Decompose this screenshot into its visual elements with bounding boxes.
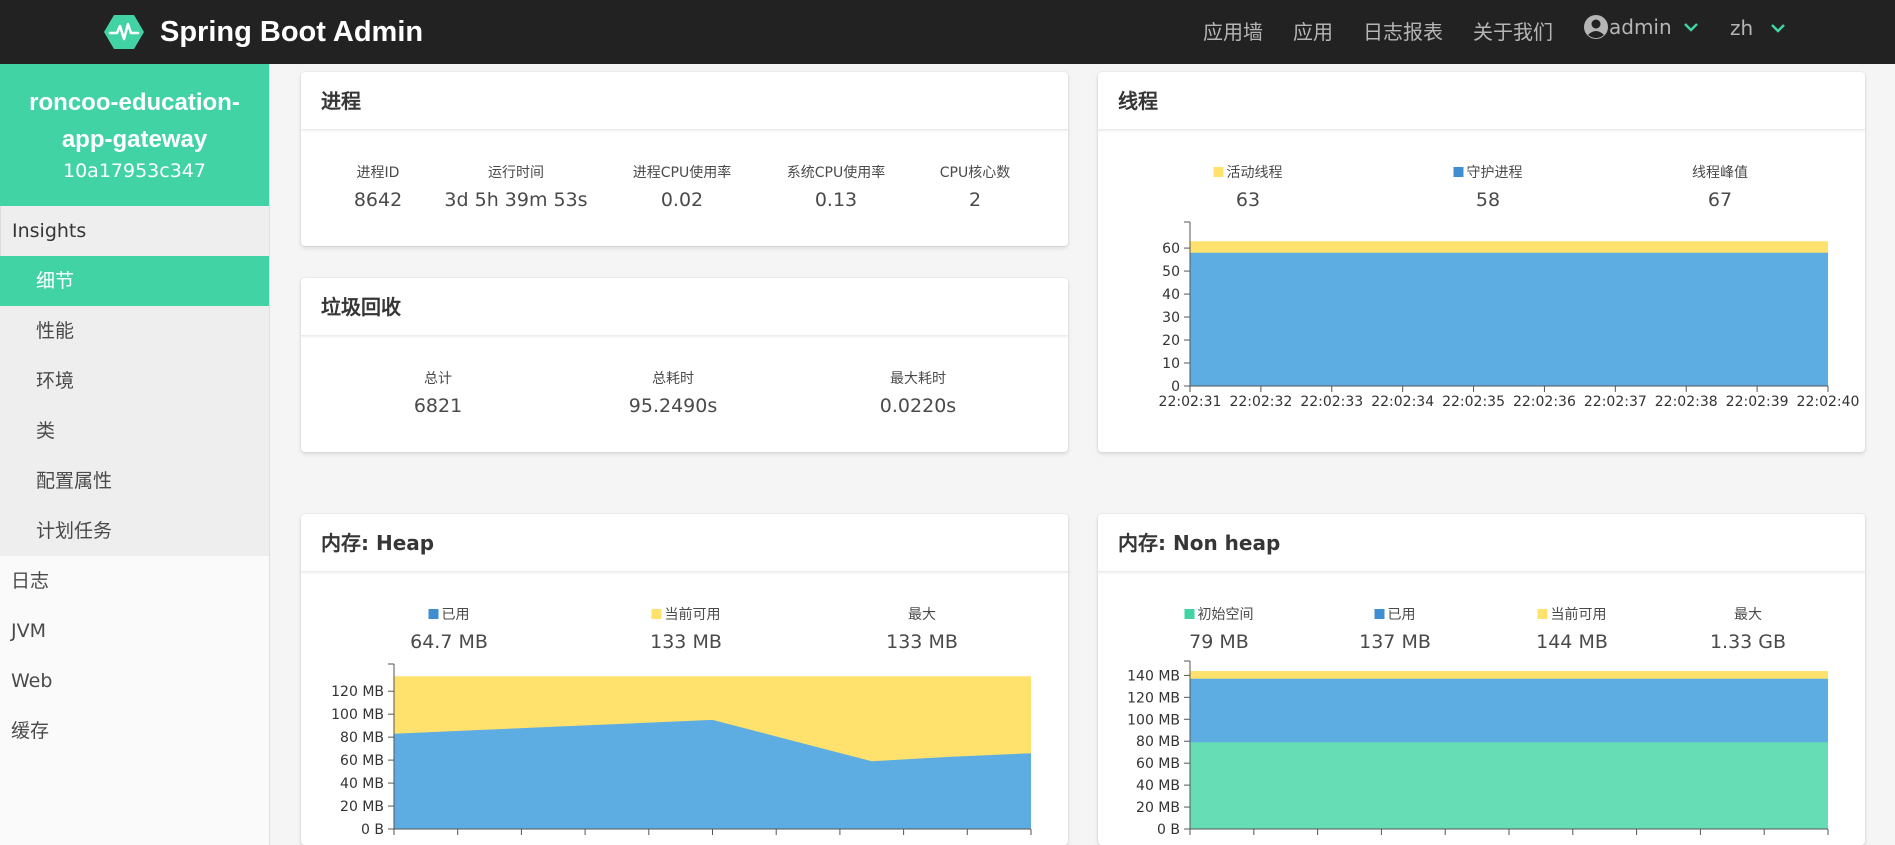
sidebar-item-beans[interactable]: 类: [0, 406, 269, 456]
nav-link-about[interactable]: 关于我们: [1473, 16, 1553, 45]
stat-value: 0.0220s: [879, 395, 957, 417]
app-instance-id: 10a17953c347: [63, 160, 206, 182]
y-tick-label: 40: [1162, 287, 1180, 303]
x-tick-label: 22:02:32: [1229, 394, 1292, 410]
sidebar: roncoo-education- app-gateway 10a17953c3…: [0, 64, 270, 845]
x-tick-label: 22:02:36: [1513, 394, 1576, 410]
nav-link-wallboard[interactable]: 应用墙: [1203, 16, 1263, 45]
sidebar-item-config-props[interactable]: 配置属性: [0, 456, 269, 506]
y-tick-label: 140 MB: [1127, 668, 1180, 684]
sidebar-item-metrics[interactable]: 性能: [0, 306, 269, 356]
user-menu[interactable]: admin: [1583, 14, 1698, 40]
x-tick-label: 22:02:33: [1300, 394, 1363, 410]
x-tick-label: 22:02:40: [1797, 394, 1860, 410]
y-tick-label: 80 MB: [340, 730, 384, 746]
x-tick-label: 22:02:37: [1584, 394, 1647, 410]
y-tick-label: 100 MB: [331, 707, 384, 723]
y-tick-label: 40 MB: [1136, 778, 1180, 794]
series-area: [1190, 252, 1828, 386]
brand-title: Spring Boot Admin: [160, 15, 424, 48]
stat-value: 95.2490s: [628, 395, 718, 417]
y-tick-label: 0 B: [361, 822, 384, 838]
card-title: 进程: [301, 72, 1068, 130]
x-tick-label: 22:02:35: [1442, 394, 1505, 410]
y-tick-label: 30: [1162, 310, 1180, 326]
gc-card: 垃圾回收 总计 6821 总耗时 95.2490s 最大耗时 0.0220s: [301, 278, 1068, 452]
stat-value: 0.02: [660, 189, 704, 211]
y-tick-label: 10: [1162, 356, 1180, 372]
nav-link-applications[interactable]: 应用: [1293, 16, 1333, 45]
top-navbar: Spring Boot Admin 应用墙 应用 日志报表 关于我们 admin…: [0, 0, 1895, 64]
stat-label: 总耗时: [652, 371, 694, 387]
heap-card: 内存: Heap 已用 64.7 MB 当前可用 133 MB 最大 133 M…: [301, 514, 1068, 845]
app-name-line1: roncoo-education-: [29, 89, 240, 116]
y-tick-label: 20 MB: [1136, 800, 1180, 816]
y-tick-label: 40 MB: [340, 776, 384, 792]
threads-card: 线程 活动线程 63 守护进程 58 线程峰值 67 0 10 20 30 40 50 60…: [1098, 72, 1865, 452]
sidebar-item-cache[interactable]: 缓存: [0, 706, 269, 756]
y-tick-label: 0: [1171, 379, 1180, 395]
stat-value: 0.13: [814, 189, 858, 211]
y-tick-label: 80 MB: [1136, 734, 1180, 750]
heap-chart: 0 B 20 MB 40 MB 60 MB 80 MB 100 MB 120 MB: [331, 663, 1032, 838]
x-tick-label: 22:02:38: [1655, 394, 1718, 410]
stat-value: 3d 5h 39m 53s: [444, 189, 588, 211]
sidebar-subgroup: 细节 性能 环境 类 配置属性 计划任务: [0, 256, 269, 556]
sidebar-item-details[interactable]: 细节: [0, 256, 269, 306]
brand[interactable]: Spring Boot Admin: [104, 10, 423, 54]
y-tick-label: 120 MB: [1127, 690, 1180, 706]
stat-value: 6821: [413, 395, 463, 417]
sidebar-section-insights[interactable]: Insights: [0, 206, 269, 256]
nonheap-chart: 0 B 20 MB 40 MB 60 MB 80 MB 100 MB 120 MB 140 M…: [1127, 660, 1829, 838]
language-label: zh: [1730, 16, 1754, 40]
sidebar-item-web[interactable]: Web: [0, 656, 269, 706]
sidebar-item-environment[interactable]: 环境: [0, 356, 269, 406]
nonheap-card: 内存: Non heap 初始空间 79 MB 已用 137 MB 当前可用 1…: [1098, 514, 1865, 845]
stat-label: 总计: [424, 371, 452, 387]
y-tick-label: 120 MB: [331, 684, 384, 700]
app-name-line2: app-gateway: [61, 126, 208, 153]
x-tick-label: 22:02:31: [1159, 394, 1222, 410]
stat-value: 8642: [353, 189, 403, 211]
process-card: 进程 进程ID 8642 运行时间 3d 5h 39m 53s 进程CPU使用率…: [301, 72, 1068, 246]
stat-label: 运行时间: [488, 165, 544, 181]
y-tick-label: 100 MB: [1127, 712, 1180, 728]
stat-label: 进程CPU使用率: [632, 165, 732, 181]
y-tick-label: 60 MB: [340, 753, 384, 769]
stat-label: 系统CPU使用率: [786, 165, 886, 181]
y-tick-label: 20: [1162, 333, 1180, 349]
stat-label: 最大耗时: [890, 371, 946, 387]
y-tick-label: 0 B: [1157, 822, 1180, 838]
nav-link-log-report[interactable]: 日志报表: [1363, 16, 1443, 45]
sidebar-item-scheduled-tasks[interactable]: 计划任务: [0, 506, 269, 556]
x-tick-label: 22:02:34: [1371, 394, 1434, 410]
y-tick-label: 50: [1162, 264, 1180, 280]
y-tick-label: 60 MB: [1136, 756, 1180, 772]
sidebar-item-jvm[interactable]: JVM: [0, 606, 269, 656]
user-name: admin: [1609, 15, 1672, 39]
y-tick-label: 20 MB: [340, 799, 384, 815]
sidebar-item-logging[interactable]: 日志: [0, 556, 269, 606]
user-avatar-icon: [1584, 15, 1608, 39]
y-tick-label: 60: [1162, 241, 1180, 257]
brand-logo-icon: [104, 15, 144, 49]
chevron-down-icon: [1771, 23, 1786, 33]
series-area: [1190, 742, 1828, 829]
x-tick-label: 22:02:39: [1726, 394, 1789, 410]
threads-chart: 0 10 20 30 40 50 60 22:02:31 22:02:32 22:02:33 22:…: [1159, 221, 1860, 410]
stat-label: CPU核心数: [939, 165, 1011, 181]
stat-value: 2: [968, 189, 982, 211]
stat-label: 进程ID: [356, 165, 400, 181]
card-title: 垃圾回收: [301, 278, 1068, 336]
language-menu[interactable]: zh: [1730, 16, 1786, 40]
chevron-down-icon: [1683, 22, 1698, 32]
app-header: roncoo-education- app-gateway 10a17953c3…: [0, 64, 269, 206]
